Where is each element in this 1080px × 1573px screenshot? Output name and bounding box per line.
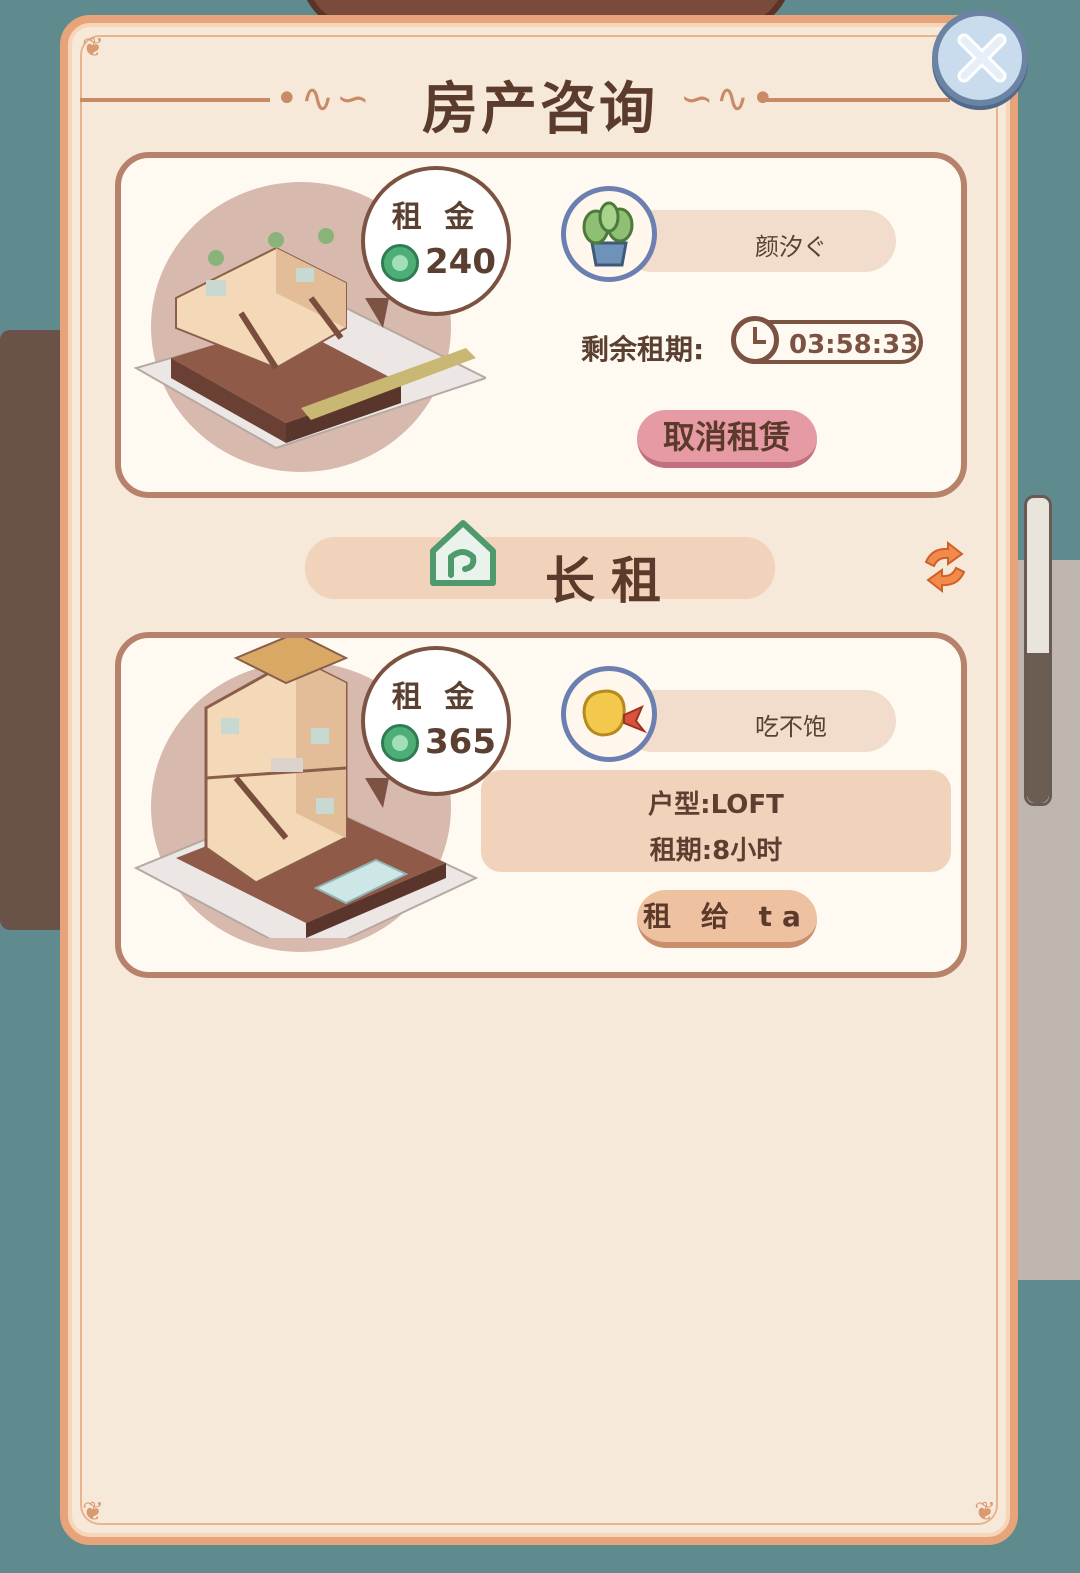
remaining-timer: 03:58:33 xyxy=(731,316,923,364)
remaining-term-label: 剩余租期: xyxy=(581,333,705,366)
potted-plant-icon xyxy=(582,201,634,267)
close-icon xyxy=(957,33,1007,83)
rent-amount: 240 xyxy=(425,242,496,282)
tenant-avatar[interactable] xyxy=(561,666,657,762)
refresh-icon xyxy=(924,540,966,594)
rent-amount: 365 xyxy=(425,722,496,762)
title-divider xyxy=(80,98,270,102)
rent-label: 租 金 xyxy=(391,680,481,715)
flourish-icon: •∿∽ xyxy=(275,76,372,122)
tenant-name-pill: 吃不饱 xyxy=(621,690,896,752)
clover-coin-icon xyxy=(381,244,419,282)
home-icon xyxy=(430,520,496,586)
fried-shrimp-icon xyxy=(582,689,648,737)
tenant-name: 吃不饱 xyxy=(755,713,827,741)
long-term-rental-header: 长租 xyxy=(305,520,775,610)
cancel-lease-button[interactable]: 取消租赁 xyxy=(637,410,817,468)
rent-label: 租 金 xyxy=(391,200,481,235)
current-rental-card: 租 金 240 颜汐ぐ 剩余租期: 03:58:33 取消租赁 xyxy=(115,152,967,498)
corner-ornament-icon: ❦ xyxy=(82,33,104,63)
layout-type: 户型:LOFT xyxy=(648,790,784,820)
rent-to-tenant-button[interactable]: 租 给 ta xyxy=(637,890,817,948)
remaining-time: 03:58:33 xyxy=(789,330,919,360)
rent-price-bubble: 租 金 240 xyxy=(361,166,511,316)
tenant-name-pill: 颜汐ぐ xyxy=(621,210,896,272)
clover-coin-icon xyxy=(381,724,419,762)
title-divider xyxy=(760,98,950,102)
section-title: 长租 xyxy=(545,552,677,610)
property-info-band: 户型:LOFT 租期:8小时 xyxy=(481,770,951,872)
bubble-tail xyxy=(365,778,389,808)
refresh-button[interactable] xyxy=(918,540,972,594)
rental-offer-card: 租 金 365 吃不饱 户型:LOFT 租期:8小时 租 给 ta xyxy=(115,632,967,978)
dialog-title: 房产咨询 xyxy=(422,77,658,142)
tenant-avatar[interactable] xyxy=(561,186,657,282)
bubble-tail xyxy=(365,298,389,328)
corner-ornament-icon: ❦ xyxy=(974,1497,996,1527)
clock-icon xyxy=(731,316,779,364)
lease-term: 租期:8小时 xyxy=(649,836,783,866)
close-button[interactable] xyxy=(932,10,1028,106)
tenant-name: 颜汐ぐ xyxy=(755,233,827,261)
dialog-header: •∿∽ 房产咨询 ∽∿• xyxy=(70,60,1000,142)
corner-ornament-icon: ❦ xyxy=(82,1497,104,1527)
background-scrollbar xyxy=(1024,495,1052,806)
